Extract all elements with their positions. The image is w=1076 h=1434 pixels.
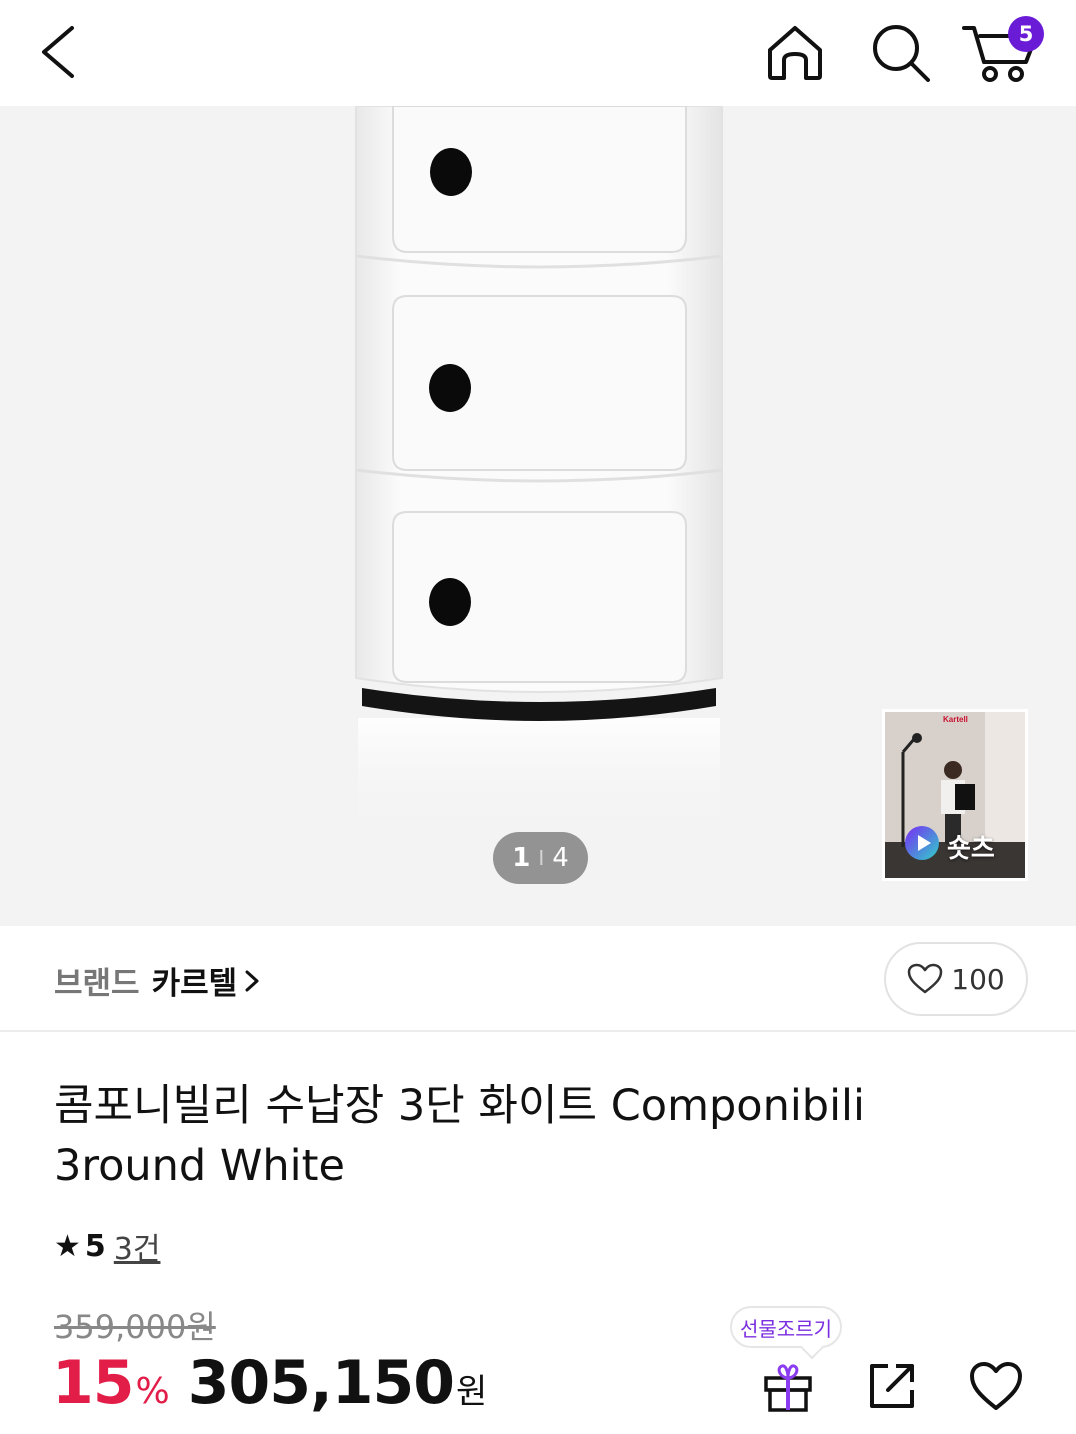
shorts-video-thumbnail[interactable]: Kartell 숏츠 — [882, 709, 1028, 881]
heart-icon — [970, 1362, 1022, 1410]
shorts-label: 숏츠 — [947, 834, 995, 864]
home-button[interactable] — [762, 20, 828, 86]
back-button[interactable] — [30, 20, 90, 84]
search-button[interactable] — [868, 20, 934, 86]
play-icon — [905, 826, 939, 860]
review-count-link[interactable]: 3건 — [114, 1224, 161, 1268]
chevron-right-icon — [245, 970, 259, 991]
rating-score: 5 — [84, 1228, 106, 1264]
pager-current: 1 — [512, 843, 531, 873]
brand-like-count: 100 — [951, 962, 1005, 996]
sale-price: 305,150 — [187, 1348, 455, 1418]
heart-icon — [908, 963, 943, 994]
sale-price-row: 15 % 305,150 원 — [52, 1348, 487, 1418]
discount-rate: 15 — [52, 1348, 134, 1418]
sale-price-unit: 원 — [456, 1372, 488, 1412]
brand-link[interactable]: 브랜드 카르텔 — [54, 958, 261, 1003]
gift-button[interactable] — [758, 1356, 818, 1416]
brand-name: 카르텔 — [151, 966, 238, 1002]
gift-icon — [764, 1364, 812, 1412]
home-icon — [768, 26, 822, 80]
wishlist-button[interactable] — [966, 1356, 1026, 1416]
star-icon: ★ — [54, 1228, 81, 1264]
image-pager: 1 I 4 — [493, 832, 588, 884]
product-image-gallery[interactable]: 1 I 4 Kartell 숏츠 — [0, 106, 1076, 926]
discount-unit: % — [135, 1371, 170, 1412]
shorts-logo-text: Kartell — [943, 715, 968, 724]
pager-separator: I — [538, 846, 545, 870]
cart-count-badge: 5 — [1008, 16, 1044, 52]
brand-row: 브랜드 카르텔 100 — [0, 926, 1076, 1032]
rating-summary: ★ 5 3건 — [54, 1224, 160, 1268]
product-title: 콤포니빌리 수납장 3단 화이트 Componibili 3round Whit… — [54, 1081, 865, 1191]
cart-button[interactable]: 5 — [958, 14, 1048, 86]
search-icon — [873, 25, 930, 82]
brand-like-button[interactable]: 100 — [884, 942, 1028, 1016]
gift-request-tooltip: 선물조르기 — [730, 1306, 842, 1348]
pager-total: 4 — [552, 843, 569, 873]
top-app-bar: 5 — [0, 0, 1076, 106]
chevron-left-icon — [42, 26, 74, 78]
original-price: 359,000원 — [54, 1308, 216, 1346]
brand-prefix: 브랜드 — [54, 966, 140, 1002]
share-button[interactable] — [862, 1356, 922, 1416]
share-icon — [870, 1364, 914, 1408]
